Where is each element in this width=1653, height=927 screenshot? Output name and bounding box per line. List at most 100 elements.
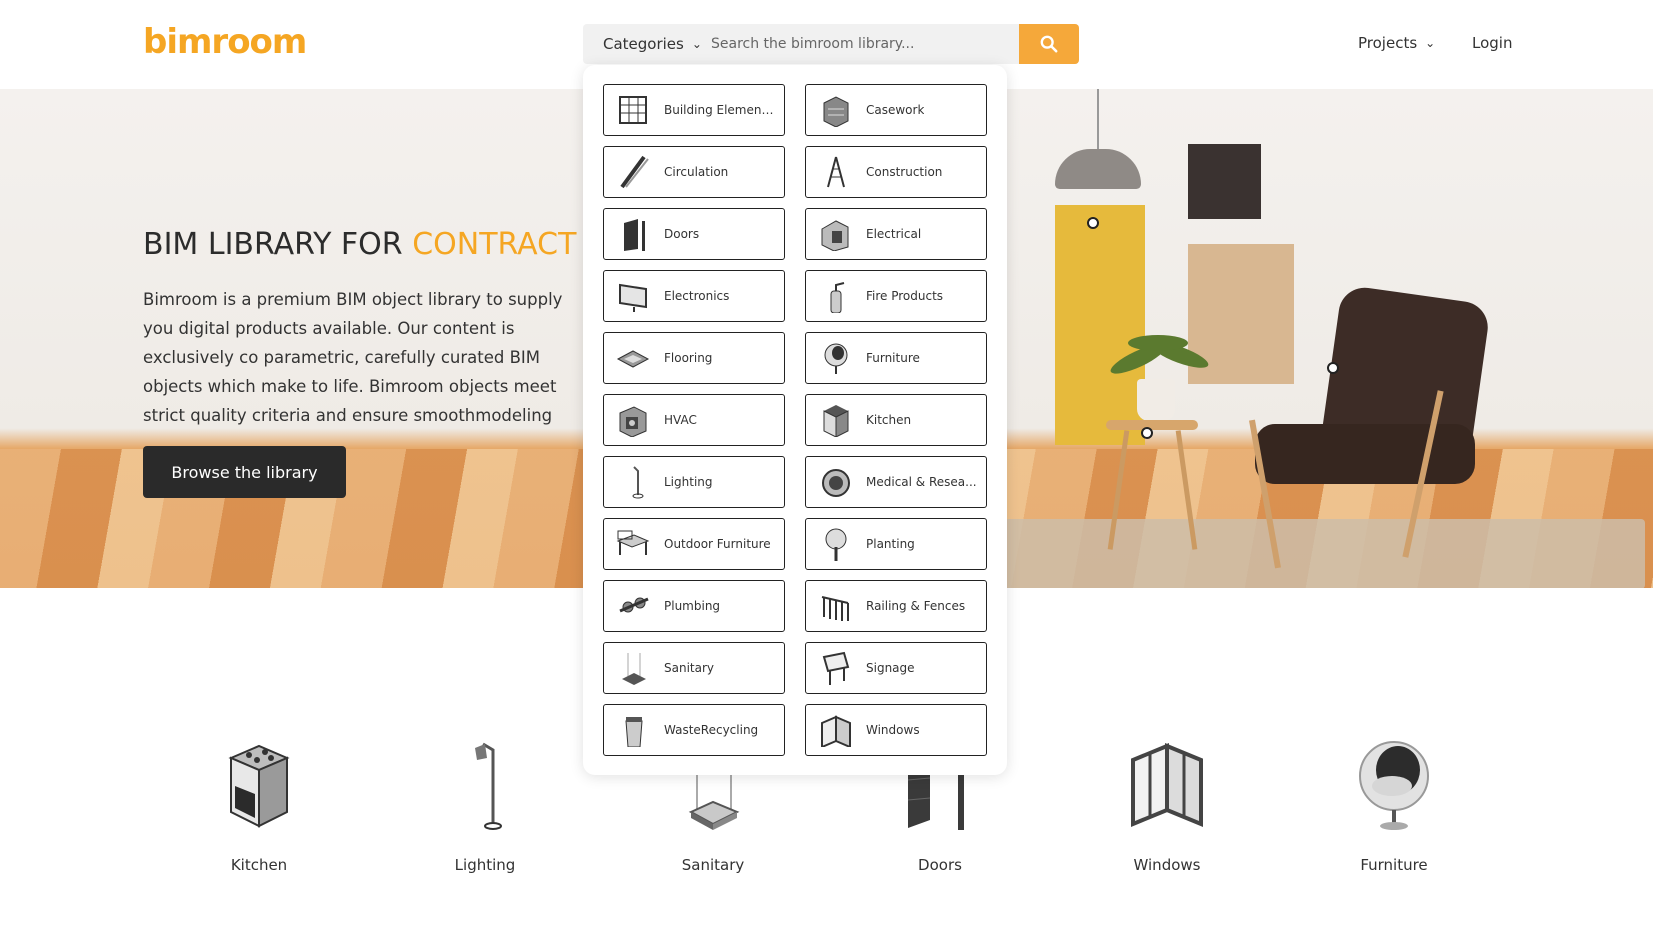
circulation-icon (620, 155, 649, 189)
categories-label: Categories (603, 35, 684, 53)
category-menu-item[interactable]: WasteRecycling (603, 704, 785, 756)
featured-category[interactable]: Lighting (415, 740, 555, 874)
category-menu-item[interactable]: Building Element... (603, 84, 785, 136)
furniture-icon (824, 343, 848, 374)
sanitary-icon (622, 653, 646, 685)
product-hotspot[interactable] (1087, 217, 1099, 229)
categories-dropdown-menu: Building Element... Casework Circulation Co… (583, 65, 1007, 775)
kitchen-icon (823, 405, 849, 437)
wall-panel-yellow (1055, 205, 1145, 445)
featured-category-label: Lighting (454, 856, 516, 874)
electronics-icon (619, 283, 647, 312)
armchair-seat (1255, 424, 1475, 484)
category-menu-item-label: Flooring (664, 351, 713, 365)
category-menu-item[interactable]: Fire Products (805, 270, 987, 322)
category-menu-item[interactable]: Doors (603, 208, 785, 260)
hero-description: Bimroom is a premium BIM object library … (143, 290, 563, 425)
bimroom-logo[interactable]: bimroom (143, 22, 307, 62)
chevron-down-icon: ⌄ (1425, 36, 1436, 50)
lighting-icon (632, 466, 644, 499)
projects-label: Projects (1358, 34, 1418, 52)
windows-icon (821, 715, 851, 747)
category-menu-item[interactable]: Medical & Resea... (805, 456, 987, 508)
search-button[interactable] (1019, 24, 1079, 64)
category-menu-item-label: HVAC (664, 413, 697, 427)
category-menu-item[interactable]: Railing & Fences (805, 580, 987, 632)
categories-dropdown-button[interactable]: Categories ⌄ (583, 24, 711, 64)
category-menu-item-label: Construction (866, 165, 943, 179)
fire-products-icon (830, 282, 845, 313)
product-hotspot[interactable] (1327, 362, 1339, 374)
category-menu-item-label: WasteRecycling (664, 723, 759, 737)
plant-pot (1137, 379, 1175, 421)
featured-category[interactable]: Furniture (1324, 740, 1464, 874)
hero-title: BIM LIBRARY FOR CONTRACT (143, 227, 576, 262)
category-menu-item[interactable]: Construction (805, 146, 987, 198)
construction-icon (827, 156, 845, 188)
pendant-lamp (1055, 149, 1141, 189)
category-menu-item-label: Plumbing (664, 599, 721, 613)
featured-category-label: Doors (918, 856, 962, 874)
category-menu-item[interactable]: Electrical (805, 208, 987, 260)
featured-category[interactable]: Windows (1097, 740, 1237, 874)
featured-category-label: Sanitary (681, 856, 745, 874)
casework-icon (823, 96, 849, 127)
featured-category-label: Windows (1133, 856, 1201, 874)
featured-category-label: Furniture (1360, 856, 1428, 874)
category-menu-item-label: Building Element... (664, 103, 776, 117)
category-menu-item-label: Furniture (866, 351, 920, 365)
category-menu-item-label: Planting (866, 537, 915, 551)
category-menu-item[interactable]: Flooring (603, 332, 785, 384)
doors-icon (624, 219, 645, 251)
hero-rug (1005, 519, 1645, 588)
browse-library-button[interactable]: Browse the library (143, 446, 346, 498)
category-menu-item-label: Doors (664, 227, 700, 241)
kitchen-stove-icon (228, 744, 290, 828)
search-icon (1040, 35, 1058, 53)
category-menu-item[interactable]: Signage (805, 642, 987, 694)
product-hotspot[interactable] (1141, 427, 1153, 439)
category-menu-item[interactable]: Kitchen (805, 394, 987, 446)
search-bar: Categories ⌄ (583, 24, 1079, 64)
chevron-down-icon: ⌄ (691, 37, 702, 51)
category-menu-item[interactable]: Casework (805, 84, 987, 136)
category-menu-item-label: Kitchen (866, 413, 912, 427)
category-menu-item[interactable]: Planting (805, 518, 987, 570)
hero-title-main: BIM LIBRARY FOR (143, 227, 413, 262)
category-menu-item[interactable]: Electronics (603, 270, 785, 322)
egg-chair-icon (1359, 741, 1429, 830)
category-menu-item-label: Windows (866, 723, 920, 737)
category-menu-item-label: Electronics (664, 289, 730, 303)
wall-panel-dark (1188, 144, 1261, 219)
category-menu-item[interactable]: Outdoor Furniture (603, 518, 785, 570)
electrical-icon (821, 220, 849, 251)
category-menu-item-label: Circulation (664, 165, 729, 179)
featured-category[interactable]: Kitchen (189, 740, 329, 874)
category-menu-item-label: Fire Products (866, 289, 944, 303)
lamp-cord (1097, 89, 1099, 149)
category-menu-item[interactable]: Sanitary (603, 642, 785, 694)
category-menu-item-label: Electrical (866, 227, 922, 241)
category-menu-item[interactable]: Circulation (603, 146, 785, 198)
nav-projects[interactable]: Projects ⌄ (1358, 34, 1435, 52)
category-menu-item[interactable]: HVAC (603, 394, 785, 446)
railing-icon (821, 596, 849, 621)
hvac-icon (619, 406, 647, 437)
category-menu-item-label: Outdoor Furniture (664, 537, 771, 551)
building-element-icon (619, 96, 647, 124)
category-menu-item[interactable]: Lighting (603, 456, 785, 508)
side-table (1106, 420, 1198, 430)
outdoor-furniture-icon (616, 530, 650, 555)
plumbing-icon (619, 597, 649, 613)
flooring-icon (616, 350, 650, 368)
planting-icon (825, 528, 847, 561)
nav-login[interactable]: Login (1472, 34, 1512, 52)
category-menu-item[interactable]: Plumbing (603, 580, 785, 632)
signage-icon (822, 651, 850, 685)
search-input[interactable] (711, 24, 1002, 64)
category-menu-item[interactable]: Windows (805, 704, 987, 756)
category-menu-item-label: Lighting (664, 475, 713, 489)
category-menu-item-label: Medical & Resea... (866, 475, 977, 489)
category-menu-item-label: Railing & Fences (866, 599, 966, 613)
category-menu-item[interactable]: Furniture (805, 332, 987, 384)
